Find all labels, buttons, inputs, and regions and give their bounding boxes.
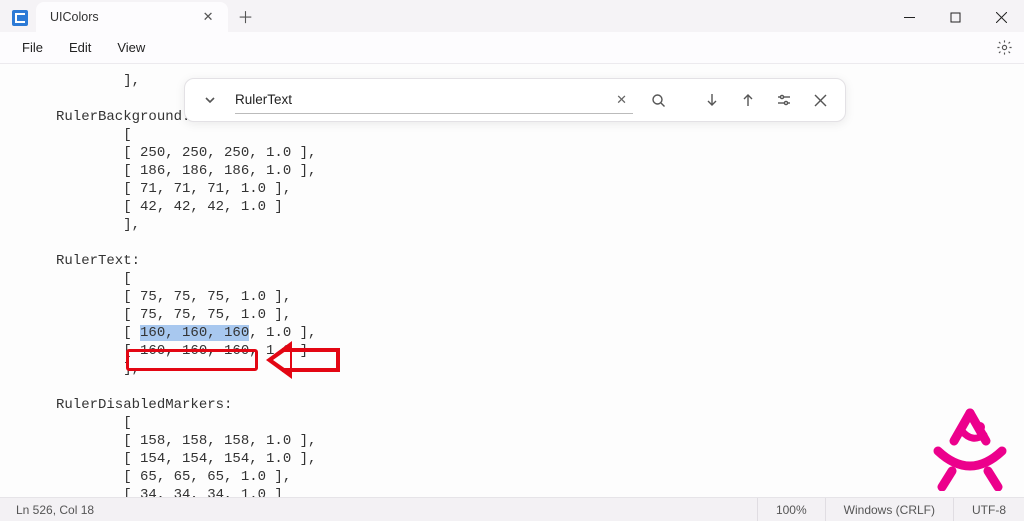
new-tab-button[interactable]: ＋ — [232, 4, 260, 28]
find-expand-button[interactable] — [195, 85, 225, 115]
find-clear-button[interactable]: ✕ — [610, 92, 633, 108]
status-zoom[interactable]: 100% — [757, 498, 825, 521]
tab-active[interactable]: UIColors ✕ — [36, 2, 228, 32]
tab-title: UIColors — [50, 10, 99, 24]
close-button[interactable] — [978, 2, 1024, 32]
watermark-logo — [920, 401, 1020, 491]
find-next-button[interactable] — [697, 85, 727, 115]
selection: 160, 160, 160 — [140, 325, 249, 341]
editor[interactable]: ], RulerBackground: [ [ 250, 250, 250, 1… — [0, 64, 1024, 497]
status-position[interactable]: Ln 526, Col 18 — [0, 503, 94, 517]
status-encoding[interactable]: UTF-8 — [953, 498, 1024, 521]
code-content[interactable]: ], RulerBackground: [ [ 250, 250, 250, 1… — [0, 64, 1024, 497]
find-input-wrap: ✕ — [235, 86, 633, 114]
menu-file[interactable]: File — [10, 36, 55, 59]
menu-view[interactable]: View — [105, 36, 157, 59]
tabstrip: UIColors ✕ ＋ — [0, 0, 260, 32]
find-search-button[interactable] — [643, 85, 673, 115]
find-bar: ✕ — [184, 78, 846, 122]
close-icon[interactable]: ✕ — [199, 9, 218, 25]
maximize-button[interactable] — [932, 2, 978, 32]
menubar: File Edit View — [0, 32, 1024, 64]
menu-edit[interactable]: Edit — [57, 36, 103, 59]
find-prev-button[interactable] — [733, 85, 763, 115]
find-close-button[interactable] — [805, 85, 835, 115]
status-eol[interactable]: Windows (CRLF) — [825, 498, 953, 521]
statusbar: Ln 526, Col 18 100% Windows (CRLF) UTF-8 — [0, 497, 1024, 521]
titlebar: UIColors ✕ ＋ — [0, 0, 1024, 32]
find-options-button[interactable] — [769, 85, 799, 115]
window-controls — [886, 2, 1024, 32]
app-window: UIColors ✕ ＋ File Edit View — [0, 0, 1024, 521]
minimize-button[interactable] — [886, 2, 932, 32]
annotation-arrow — [126, 342, 340, 382]
find-input[interactable] — [235, 92, 610, 107]
settings-button[interactable] — [994, 38, 1014, 58]
app-icon — [12, 10, 28, 26]
